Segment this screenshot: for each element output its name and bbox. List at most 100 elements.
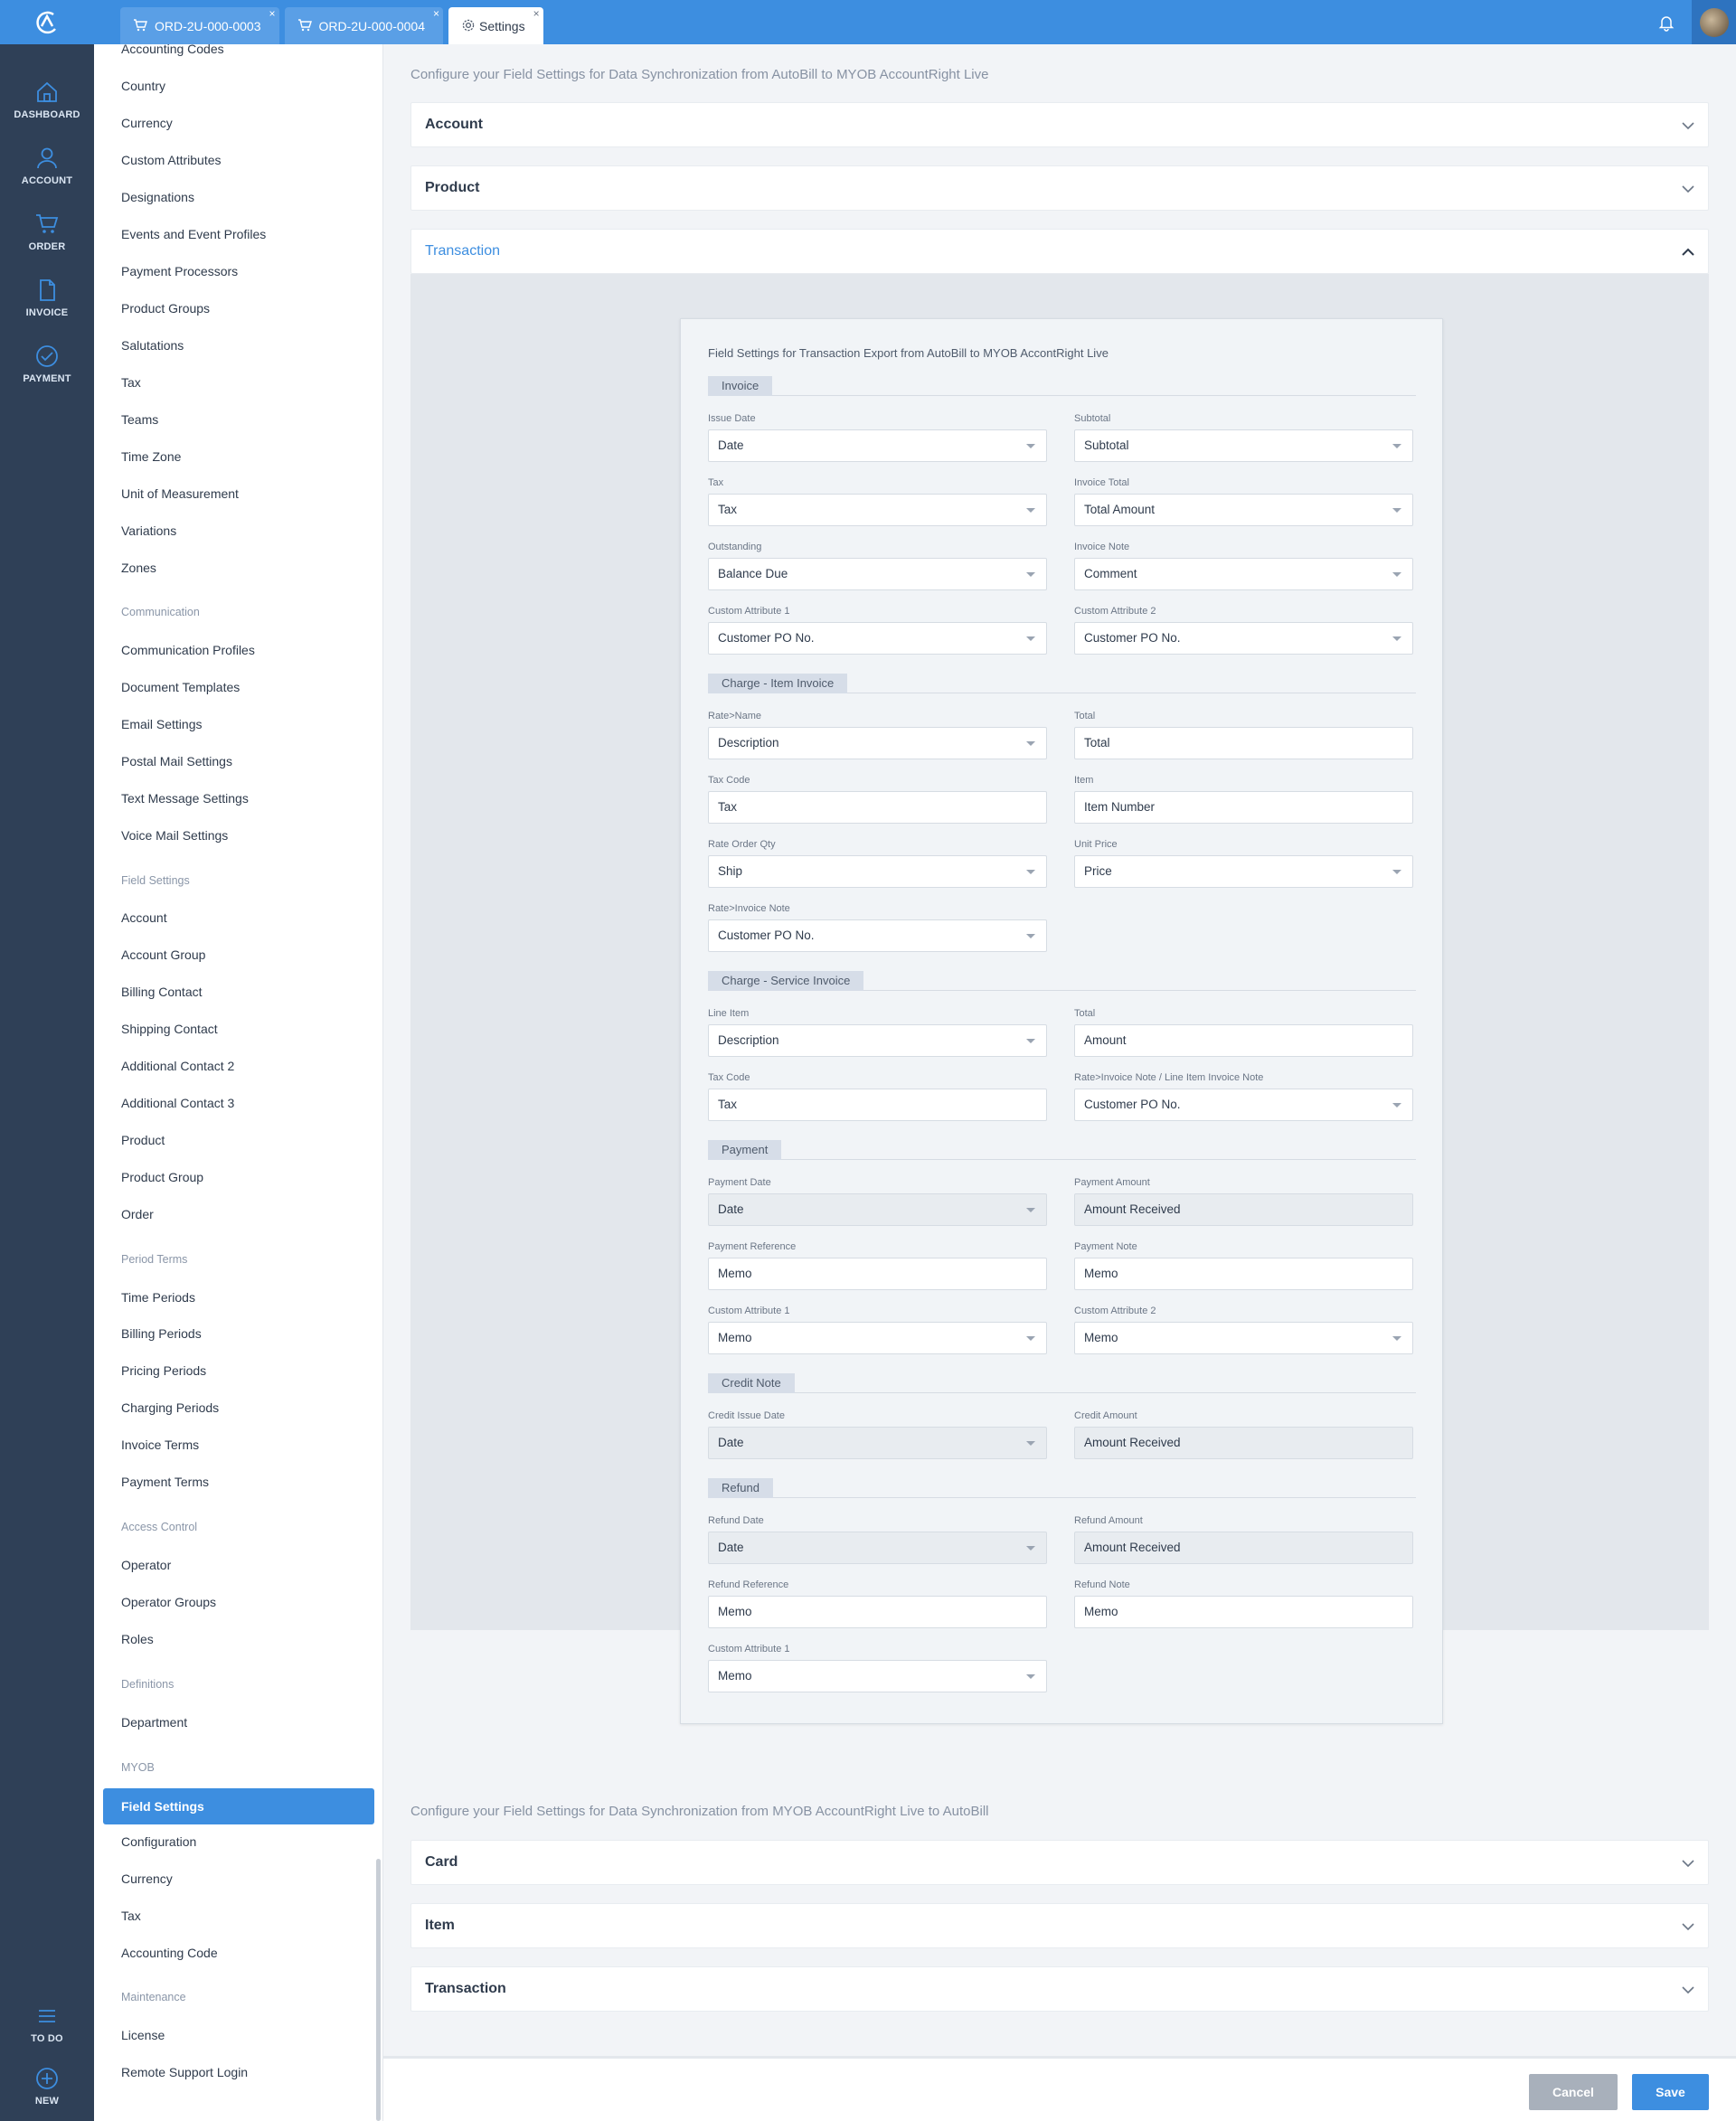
close-icon[interactable]: × (533, 8, 540, 19)
close-icon[interactable]: × (433, 8, 439, 19)
sidebar-item-fs-order[interactable]: Order (121, 1205, 154, 1223)
sidebar-item-time-zone[interactable]: Time Zone (121, 448, 181, 466)
accordion-export-account[interactable]: Account (410, 102, 1709, 147)
tab-settings[interactable]: Settings × (448, 7, 543, 44)
sidebar-scrollbar[interactable] (376, 1859, 381, 2121)
nav-account[interactable]: ACCOUNT (0, 123, 94, 186)
refund-reference-input[interactable]: Memo (708, 1596, 1047, 1628)
sidebar-item-myob-field-settings[interactable]: Field Settings (103, 1788, 374, 1824)
sidebar-item-tax[interactable]: Tax (121, 373, 141, 391)
subtotal-select[interactable]: Subtotal (1074, 429, 1413, 462)
refund-note-input[interactable]: Memo (1074, 1596, 1413, 1628)
nav-todo[interactable]: TO DO (0, 1981, 94, 2044)
save-button[interactable]: Save (1632, 2074, 1709, 2110)
sidebar-item-billing-periods[interactable]: Billing Periods (121, 1324, 202, 1343)
item-input[interactable]: Item Number (1074, 791, 1413, 824)
payment-note-input[interactable]: Memo (1074, 1258, 1413, 1290)
close-icon[interactable]: × (269, 8, 275, 19)
chevron-up-icon (1682, 248, 1694, 256)
tab-order-0004[interactable]: ORD-2U-000-0004 × (284, 7, 443, 44)
sidebar-item-events[interactable]: Events and Event Profiles (121, 225, 266, 243)
sidebar-item-accounting-codes[interactable]: Accounting Codes (121, 44, 224, 58)
sidebar-heading-period-terms: Period Terms (121, 1253, 188, 1266)
sidebar-item-fs-additional-contact-3[interactable]: Additional Contact 3 (121, 1094, 234, 1112)
sidebar-item-myob-currency[interactable]: Currency (121, 1870, 173, 1888)
cancel-button[interactable]: Cancel (1529, 2074, 1618, 2110)
sidebar-item-fs-product-group[interactable]: Product Group (121, 1168, 203, 1186)
invoice-total-select[interactable]: Total Amount (1074, 494, 1413, 526)
sidebar-item-variations[interactable]: Variations (121, 522, 176, 540)
item-tax-code-input[interactable]: Tax (708, 791, 1047, 824)
payment-custom-attribute-2-select[interactable]: Memo (1074, 1322, 1413, 1354)
accordion-export-product[interactable]: Product (410, 165, 1709, 211)
accordion-import-item[interactable]: Item (410, 1903, 1709, 1948)
user-avatar[interactable] (1692, 0, 1736, 44)
sidebar-item-text-message-settings[interactable]: Text Message Settings (121, 789, 249, 807)
sidebar-item-voice-mail-settings[interactable]: Voice Mail Settings (121, 826, 228, 844)
sidebar-item-product-groups[interactable]: Product Groups (121, 299, 210, 317)
sidebar-item-fs-account[interactable]: Account (121, 909, 167, 927)
payment-reference-input[interactable]: Memo (708, 1258, 1047, 1290)
sidebar-item-license[interactable]: License (121, 2026, 165, 2044)
sidebar-item-fs-product[interactable]: Product (121, 1131, 165, 1149)
line-item-select[interactable]: Description (708, 1024, 1047, 1057)
sidebar-item-operator-groups[interactable]: Operator Groups (121, 1593, 216, 1611)
sidebar-item-unit-of-measurement[interactable]: Unit of Measurement (121, 485, 239, 503)
rate-invoice-note-select[interactable]: Customer PO No. (708, 919, 1047, 952)
sidebar-item-department[interactable]: Department (121, 1713, 187, 1731)
payment-custom-attribute-1-select[interactable]: Memo (708, 1322, 1047, 1354)
sidebar-item-myob-configuration[interactable]: Configuration (121, 1833, 196, 1851)
sidebar-item-teams[interactable]: Teams (121, 410, 158, 429)
sidebar-item-zones[interactable]: Zones (121, 559, 156, 577)
invoice-custom-attribute-1-select[interactable]: Customer PO No. (708, 622, 1047, 655)
tab-order-0003[interactable]: ORD-2U-000-0003 × (120, 7, 279, 44)
refund-custom-attribute-1-select[interactable]: Memo (708, 1660, 1047, 1692)
invoice-custom-attribute-2-select[interactable]: Customer PO No. (1074, 622, 1413, 655)
sidebar-item-operator[interactable]: Operator (121, 1556, 171, 1574)
rate-order-qty-select[interactable]: Ship (708, 855, 1047, 888)
notifications-button[interactable] (1650, 9, 1683, 36)
invoice-note-select[interactable]: Comment (1074, 558, 1413, 590)
sidebar-item-custom-attributes[interactable]: Custom Attributes (121, 151, 222, 169)
sidebar-item-time-periods[interactable]: Time Periods (121, 1288, 195, 1306)
sidebar-item-remote-support-login[interactable]: Remote Support Login (121, 2063, 248, 2081)
sidebar-item-email-settings[interactable]: Email Settings (121, 715, 202, 733)
sidebar-item-pricing-periods[interactable]: Pricing Periods (121, 1362, 206, 1380)
nav-new[interactable]: NEW (0, 2043, 94, 2107)
sidebar-item-fs-billing-contact[interactable]: Billing Contact (121, 983, 203, 1001)
sidebar-item-designations[interactable]: Designations (121, 188, 194, 206)
app-logo[interactable] (0, 0, 94, 44)
sidebar-item-roles[interactable]: Roles (121, 1630, 154, 1648)
service-note-select[interactable]: Customer PO No. (1074, 1089, 1413, 1121)
sidebar-item-charging-periods[interactable]: Charging Periods (121, 1399, 219, 1417)
service-tax-code-input[interactable]: Tax (708, 1089, 1047, 1121)
sidebar-item-postal-mail-settings[interactable]: Postal Mail Settings (121, 752, 232, 770)
accordion-import-transaction[interactable]: Transaction (410, 1966, 1709, 2012)
sidebar-item-communication-profiles[interactable]: Communication Profiles (121, 641, 255, 659)
sidebar-item-fs-additional-contact-2[interactable]: Additional Contact 2 (121, 1057, 234, 1075)
sidebar-item-document-templates[interactable]: Document Templates (121, 678, 240, 696)
nav-payment[interactable]: PAYMENT (0, 321, 94, 384)
accordion-import-card[interactable]: Card (410, 1840, 1709, 1885)
sidebar-item-fs-shipping-contact[interactable]: Shipping Contact (121, 1020, 218, 1038)
outstanding-select[interactable]: Balance Due (708, 558, 1047, 590)
sidebar-item-invoice-terms[interactable]: Invoice Terms (121, 1436, 199, 1454)
unit-price-select[interactable]: Price (1074, 855, 1413, 888)
sidebar-item-country[interactable]: Country (121, 77, 165, 95)
accordion-export-transaction[interactable]: Transaction (410, 229, 1709, 274)
nav-invoice[interactable]: INVOICE (0, 255, 94, 318)
nav-order[interactable]: ORDER (0, 189, 94, 252)
service-total-input[interactable]: Amount (1074, 1024, 1413, 1057)
sidebar-item-salutations[interactable]: Salutations (121, 336, 184, 354)
issue-date-select[interactable]: Date (708, 429, 1047, 462)
rate-name-select[interactable]: Description (708, 727, 1047, 759)
sidebar-item-currency[interactable]: Currency (121, 114, 173, 132)
item-total-input[interactable]: Total (1074, 727, 1413, 759)
sidebar-item-payment-terms[interactable]: Payment Terms (121, 1473, 209, 1491)
sidebar-item-myob-accounting-code[interactable]: Accounting Code (121, 1944, 218, 1962)
tax-select[interactable]: Tax (708, 494, 1047, 526)
sidebar-item-payment-processors[interactable]: Payment Processors (121, 262, 238, 280)
nav-dashboard[interactable]: DASHBOARD (0, 57, 94, 120)
sidebar-item-myob-tax[interactable]: Tax (121, 1907, 141, 1925)
sidebar-item-fs-account-group[interactable]: Account Group (121, 946, 205, 964)
